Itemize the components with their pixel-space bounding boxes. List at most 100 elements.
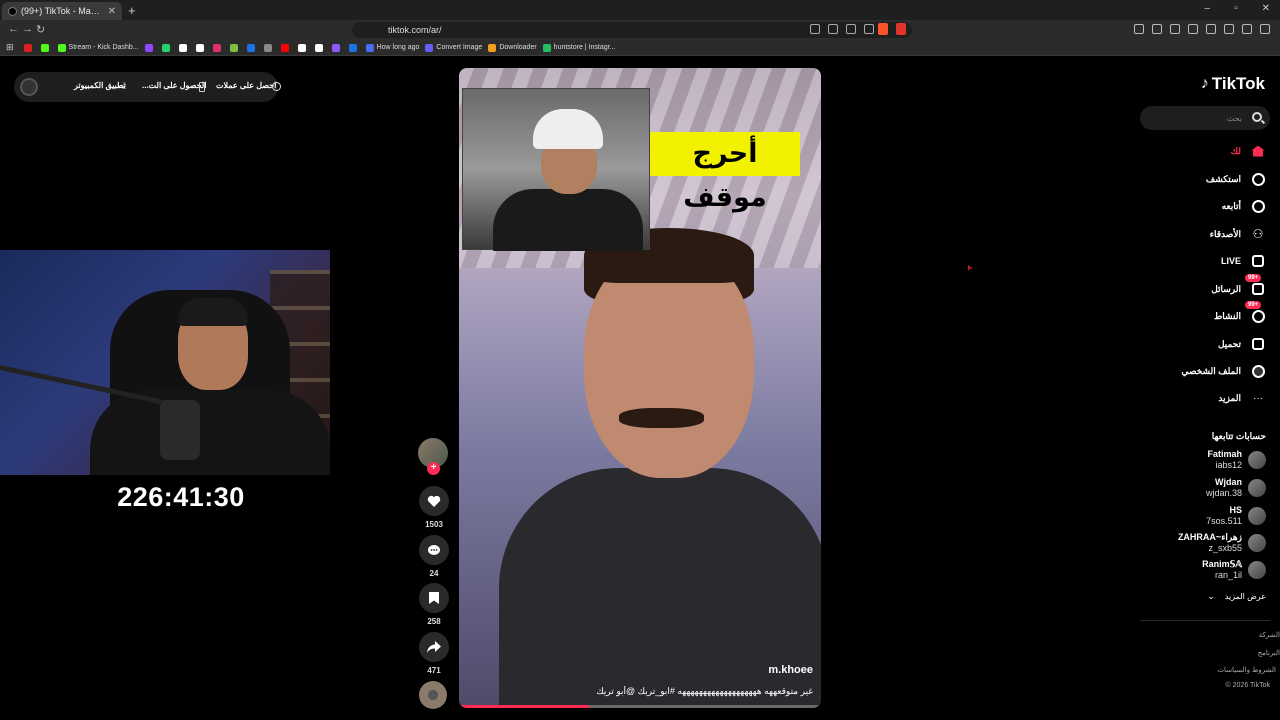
bookmark-icon [429,592,439,604]
bookmark-item[interactable] [178,43,190,52]
follow-button[interactable]: + [427,462,440,475]
video-progress-bar[interactable] [459,705,821,708]
like-button[interactable] [419,486,449,516]
followed-account[interactable]: HS 7sos.511 [1206,504,1266,528]
comment-icon [428,544,440,555]
url-text: tiktok.com/ar/ [388,25,442,35]
comment-button[interactable] [419,535,449,565]
bookmark-item[interactable] [229,43,241,52]
user-avatar[interactable] [20,78,38,96]
bookmark-favicon-icon [542,43,551,52]
extension-icon[interactable] [1152,24,1162,34]
save-button[interactable] [419,583,449,613]
share-icon[interactable] [864,24,874,34]
share-arrow-icon [427,641,441,653]
video-progress-fill [459,705,590,708]
tiktok-logo[interactable]: ♪ TikTok [1201,74,1265,94]
back-arrow-icon[interactable]: ← [8,23,19,35]
account-handle: z_sxb55 [1208,543,1242,553]
bookmark-item[interactable] [297,43,309,52]
sidebar-item-7[interactable]: تحميل [1218,335,1265,353]
tiktok-favicon-icon [8,6,17,16]
see-more-button[interactable]: عرض المزيد ⌄ [1207,591,1266,602]
vpn-icon[interactable] [1242,24,1252,34]
reload-icon[interactable]: ↻ [36,23,45,36]
bookmark-item[interactable] [314,43,326,52]
bookmark-item[interactable] [348,43,360,52]
bookmark-favicon-icon [23,43,32,52]
bookmark-item[interactable] [144,43,156,52]
music-icon[interactable] [1170,24,1180,34]
followed-account[interactable]: Wjdan wjdan.38 [1206,476,1266,500]
sidebar-item-2[interactable]: أتابعه [1222,197,1265,215]
followed-account[interactable]: ZAHRAA~زهراء z_sxb55 [1178,531,1266,555]
brave-rewards-icon[interactable] [896,23,906,35]
account-avatar [1248,479,1266,497]
music-disc-icon[interactable] [419,681,447,709]
search-input[interactable]: بحث [1140,106,1270,130]
minimize-button[interactable]: – [1205,3,1211,14]
desktop-app-button[interactable]: تطبيق الكمبيوتر [74,81,126,90]
account-names: HS 7sos.511 [1206,505,1242,527]
search-icon[interactable] [1252,112,1262,122]
wallet-icon[interactable] [1206,24,1216,34]
mouse-cursor-icon [968,265,973,271]
bookmark-favicon-icon [40,43,49,52]
new-tab-button[interactable]: + [128,3,136,18]
extension-icon[interactable] [1134,24,1144,34]
bookmark-item[interactable] [23,43,35,52]
sidebar-item-3[interactable]: ⚇ الأصدقاء [1210,225,1265,243]
bookmark-item[interactable] [263,43,275,52]
maximize-button[interactable]: ▫ [1234,3,1238,14]
notification-badge: 99+ [1245,274,1262,282]
footer-copyright: © 2026 TikTok [1225,682,1270,689]
apps-grid-icon[interactable]: ⊞ [6,42,14,53]
close-window-button[interactable]: ✕ [1262,3,1270,14]
get-app-button[interactable]: الحصول على الت... [142,81,206,90]
bookmark-item[interactable]: Downloader [488,43,537,52]
bookmark-item[interactable]: How long ago [365,43,419,52]
bookmark-item[interactable] [280,43,292,52]
ai-icon[interactable] [1224,24,1234,34]
sidebar-item-4[interactable]: LIVE [1221,252,1265,270]
bookmark-favicon-icon [195,43,204,52]
forward-arrow-icon[interactable]: → [22,23,33,35]
sidebar-toggle-icon[interactable] [1188,24,1198,34]
bookmark-item[interactable] [161,43,173,52]
sidebar-item-6[interactable]: 99+ النشاط [1214,301,1265,325]
share-button[interactable] [419,632,449,662]
bookmark-item[interactable] [40,43,52,52]
tab-close-icon[interactable]: ✕ [108,6,116,17]
address-bar-actions [810,24,874,34]
sidebar-item-1[interactable]: استكشف [1206,170,1265,188]
cast-icon[interactable] [828,24,838,34]
menu-icon[interactable] [1260,24,1270,34]
coin-icon [272,82,281,91]
footer-program[interactable]: البرنامج [1258,649,1280,657]
bookmark-item[interactable] [195,43,207,52]
followed-account[interactable]: Fatimah iabs12 [1207,448,1266,472]
followed-account[interactable]: Ranim𝕊𝔸 ran_1il [1202,558,1266,582]
bookmark-item[interactable] [246,43,258,52]
get-coins-button[interactable]: احصل على عملات [216,81,276,90]
sidebar-item-label: المزيد [1218,392,1241,403]
sidebar-item-9[interactable]: ··· المزيد [1218,389,1265,407]
notification-badge: 99+ [1245,301,1262,309]
sidebar-item-5[interactable]: 99+ الرسائل [1211,274,1265,298]
footer-company[interactable]: الشركة [1259,631,1280,639]
sidebar-item-0[interactable]: لك [1231,142,1265,160]
video-player[interactable]: أحرج موقف m.khoee غير متوقعههه ههههههههه… [459,68,821,708]
bookmark-item[interactable]: Stream - Kick Dashb... [57,43,139,52]
sidebar-item-8[interactable]: الملف الشخصي [1181,362,1265,380]
browser-tab[interactable]: (99+) TikTok - Make Your Day ✕ [2,2,122,20]
bookmark-item[interactable] [212,43,224,52]
bookmark-favicon-icon [161,43,170,52]
bookmark-item[interactable]: Convert Image [425,43,482,52]
translate-icon[interactable] [810,24,820,34]
video-author[interactable]: m.khoee [768,664,813,676]
brave-shield-icon[interactable] [878,23,888,35]
footer-terms[interactable]: الشروط والسياسات [1217,666,1276,674]
zoom-icon[interactable] [846,24,856,34]
bookmark-item[interactable]: huntstore | Instagr... [542,43,615,52]
bookmark-item[interactable] [331,43,343,52]
